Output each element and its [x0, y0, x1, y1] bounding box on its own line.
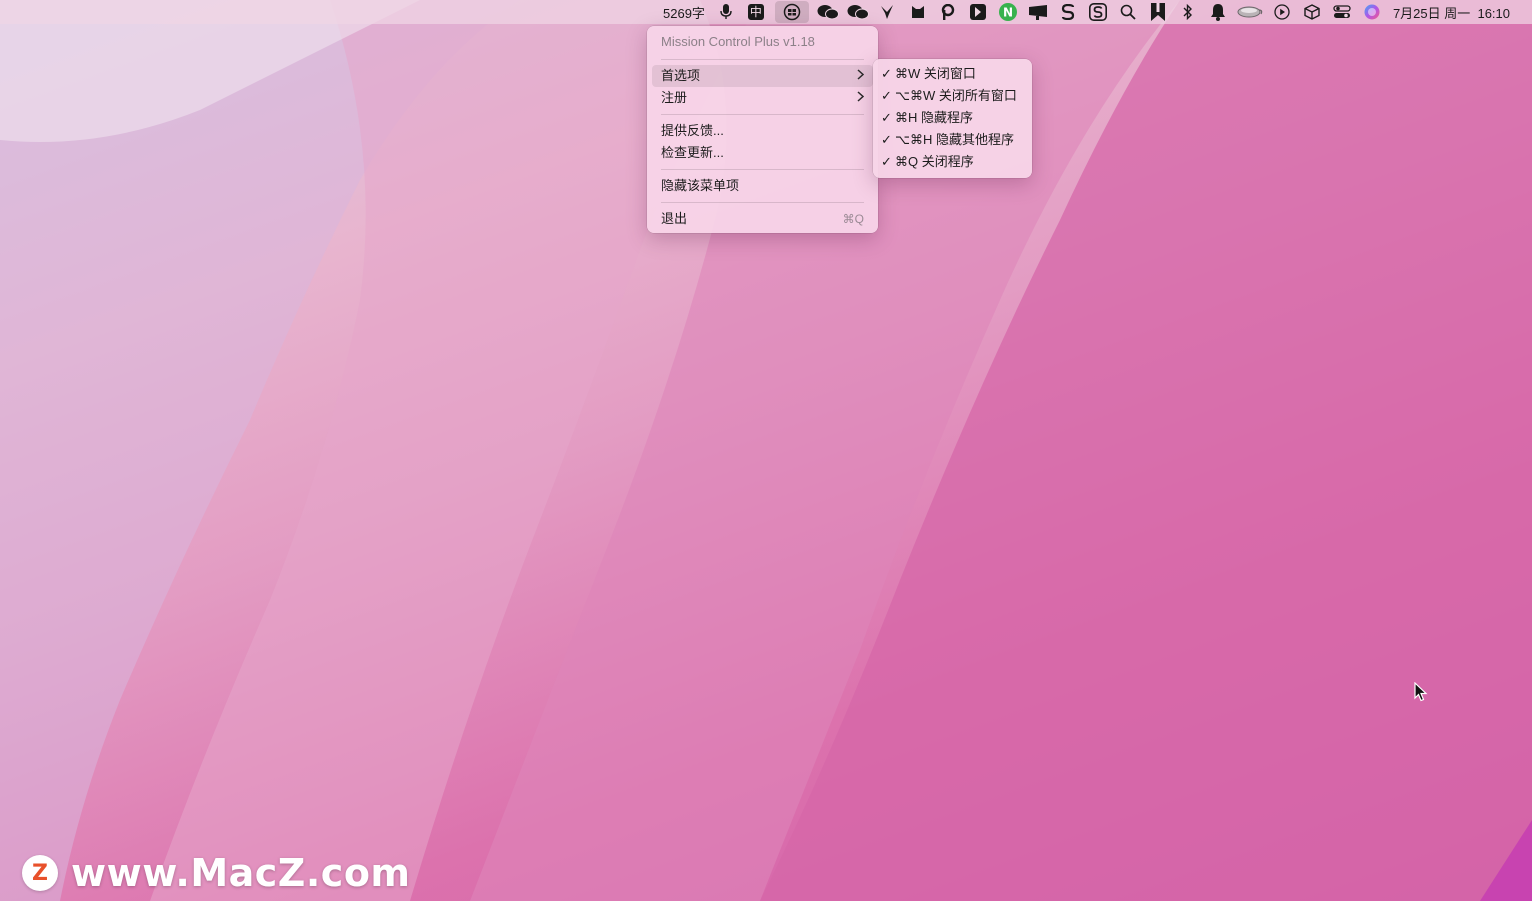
- checkmark-icon: ✓: [881, 66, 892, 81]
- menu-separator: [661, 169, 864, 170]
- submenu-item-label: ⌘H 隐藏程序: [895, 110, 974, 125]
- menu-item-label: 提供反馈...: [661, 123, 724, 138]
- s-box-icon[interactable]: [1087, 1, 1109, 23]
- submenu-item-close-all-windows[interactable]: ✓ ⌥⌘W 关闭所有窗口: [878, 85, 1027, 107]
- watermark-text: www.MacZ.com: [71, 851, 411, 895]
- menu-item-check-updates[interactable]: 检查更新...: [652, 142, 873, 164]
- checkmark-icon: ✓: [881, 132, 892, 147]
- submenu-item-label: ⌥⌘W 关闭所有窗口: [895, 88, 1017, 103]
- s-app-icon[interactable]: [1057, 1, 1079, 23]
- menu-item-register[interactable]: 注册: [652, 87, 873, 109]
- menu-item-preferences[interactable]: 首选项: [652, 65, 873, 87]
- mission-control-plus-icon[interactable]: [774, 1, 809, 23]
- menu-item-label: 隐藏该菜单项: [661, 178, 740, 193]
- submenu-item-label: ⌥⌘H 隐藏其他程序: [895, 132, 1014, 147]
- bookmark-app-icon[interactable]: [967, 1, 989, 23]
- play-icon[interactable]: [1271, 1, 1293, 23]
- mission-control-plus-menu: Mission Control Plus v1.18 首选项 注册 提供反馈..…: [647, 26, 878, 233]
- chevron-right-icon: [857, 65, 865, 87]
- submenu-item-label: ⌘Q 关闭程序: [895, 154, 974, 169]
- bell-icon[interactable]: [1207, 1, 1229, 23]
- microphone-icon[interactable]: [715, 1, 737, 23]
- menu-item-label: 首选项: [661, 68, 701, 83]
- bookmark-icon[interactable]: [1147, 1, 1169, 23]
- menu-item-label: 注册: [661, 90, 688, 105]
- word-count-status[interactable]: 5269字: [661, 1, 707, 23]
- watermark: Z www.MacZ.com: [22, 851, 411, 895]
- menu-separator: [661, 202, 864, 203]
- menu-app-version: Mission Control Plus v1.18: [661, 34, 815, 49]
- checkmark-icon: ✓: [881, 88, 892, 103]
- menu-item-label: 检查更新...: [661, 145, 724, 160]
- wechat-icon-2[interactable]: [847, 1, 869, 23]
- menu-separator: [661, 114, 864, 115]
- macz-logo-icon: Z: [22, 855, 58, 891]
- submenu-item-quit-app[interactable]: ✓ ⌘Q 关闭程序: [878, 151, 1027, 173]
- siri-icon[interactable]: [1361, 1, 1383, 23]
- menubar-clock[interactable]: 7月25日 周一 16:10: [1391, 1, 1512, 23]
- menu-separator: [661, 59, 864, 60]
- input-method-icon[interactable]: 中: [745, 1, 767, 23]
- bluetooth-icon[interactable]: [1177, 1, 1199, 23]
- chevron-right-icon: [857, 87, 865, 109]
- cat-app-icon[interactable]: [907, 1, 929, 23]
- submenu-item-close-window[interactable]: ✓ ⌘W 关闭窗口: [878, 63, 1027, 85]
- preferences-submenu: ✓ ⌘W 关闭窗口 ✓ ⌥⌘W 关闭所有窗口 ✓ ⌘H 隐藏程序 ✓ ⌥⌘H 隐…: [873, 59, 1032, 178]
- menu-item-label: 退出: [661, 211, 688, 226]
- svg-text:N: N: [1003, 6, 1013, 20]
- input-method-label: 中: [747, 4, 764, 20]
- search-icon[interactable]: [1117, 1, 1139, 23]
- menu-item-hide-menu-item[interactable]: 隐藏该菜单项: [652, 175, 873, 197]
- bird-icon[interactable]: [877, 1, 899, 23]
- checkmark-icon: ✓: [881, 110, 892, 125]
- projector-icon[interactable]: [1027, 1, 1049, 23]
- mouse-pointer-icon: [1414, 681, 1428, 707]
- box-icon[interactable]: [1301, 1, 1323, 23]
- wechat-icon[interactable]: [817, 1, 839, 23]
- menu-item-quit[interactable]: 退出 ⌘Q: [652, 208, 873, 230]
- quit-shortcut: ⌘Q: [842, 212, 864, 226]
- menu-bar: 5269字 中 N 7月25日 周一 16:10: [0, 0, 1532, 24]
- cup-icon[interactable]: [1237, 1, 1263, 23]
- n-app-icon[interactable]: N: [997, 1, 1019, 23]
- submenu-item-hide-app[interactable]: ✓ ⌘H 隐藏程序: [878, 107, 1027, 129]
- p-app-icon[interactable]: [937, 1, 959, 23]
- submenu-item-label: ⌘W 关闭窗口: [895, 66, 976, 81]
- submenu-item-hide-others[interactable]: ✓ ⌥⌘H 隐藏其他程序: [878, 129, 1027, 151]
- checkmark-icon: ✓: [881, 154, 892, 169]
- control-center-icon[interactable]: [1331, 1, 1353, 23]
- menu-item-feedback[interactable]: 提供反馈...: [652, 120, 873, 142]
